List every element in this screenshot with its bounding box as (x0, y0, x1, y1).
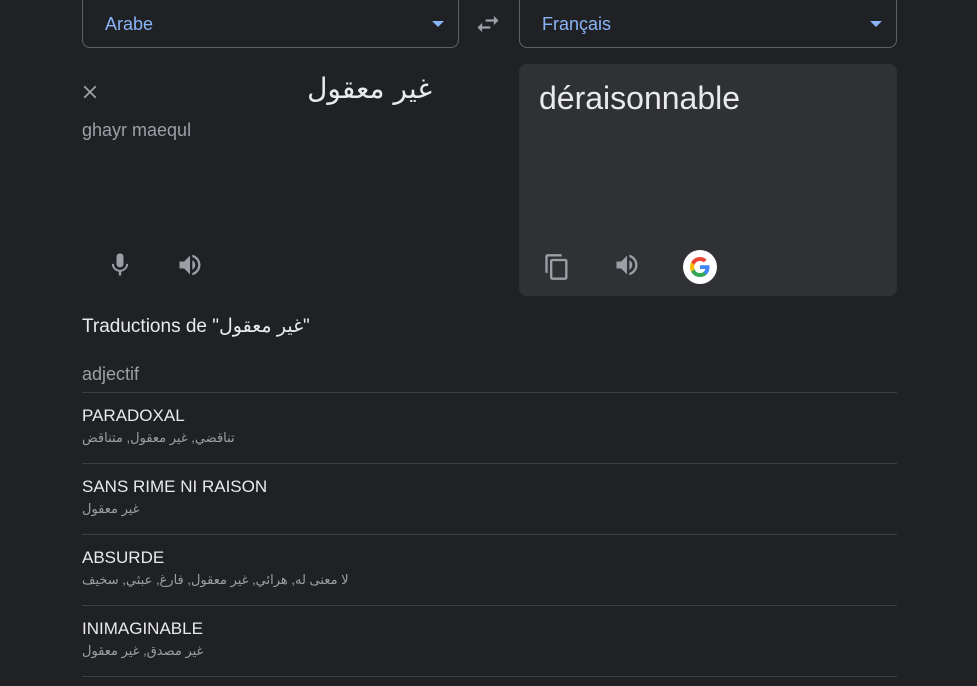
list-item[interactable]: SANS RIME NI RAISON غير معقول (82, 477, 897, 517)
divider (82, 534, 897, 535)
back-translations: لا معنى له, هرائي, غير معقول, فارغ, عبثي… (82, 572, 349, 587)
target-language-label: Français (542, 14, 612, 34)
chevron-down-icon (870, 21, 882, 27)
translations-title: Traductions de "غير معقول" (82, 316, 310, 337)
swap-icon[interactable] (474, 10, 502, 38)
speaker-icon[interactable] (613, 251, 641, 279)
list-item[interactable]: ABSURDE لا معنى له, هرائي, غير معقول, فا… (82, 548, 897, 588)
translation-output-panel: déraisonnable (519, 64, 897, 296)
back-translations: غير معقول (82, 501, 140, 516)
back-translations: تناقضي, غير معقول, متناقض (82, 430, 235, 445)
translation-word: ABSURDE (82, 548, 165, 567)
translated-text: déraisonnable (539, 80, 741, 116)
translation-word: INIMAGINABLE (82, 619, 203, 638)
list-item[interactable]: INIMAGINABLE غير مصدق, غير معقول (82, 619, 897, 659)
close-icon[interactable] (79, 81, 101, 103)
part-of-speech-label: adjectif (82, 364, 140, 384)
divider (82, 605, 897, 606)
mic-icon[interactable] (106, 251, 134, 279)
google-logo-icon[interactable] (683, 250, 717, 284)
source-text[interactable]: غير معقول (290, 72, 432, 105)
copy-icon[interactable] (543, 253, 571, 281)
list-item[interactable]: PARADOXAL تناقضي, غير معقول, متناقض (82, 406, 897, 446)
back-translations: غير مصدق, غير معقول (82, 643, 204, 658)
source-language-label: Arabe (105, 14, 154, 34)
divider (82, 463, 897, 464)
chevron-down-icon (432, 21, 444, 27)
source-language-select[interactable]: Arabe (82, 0, 459, 48)
translation-word: PARADOXAL (82, 406, 185, 425)
transliteration: ghayr maequl (82, 120, 192, 140)
translation-word: SANS RIME NI RAISON (82, 477, 268, 496)
divider (82, 392, 897, 393)
target-language-select[interactable]: Français (519, 0, 897, 48)
speaker-icon[interactable] (176, 251, 204, 279)
divider (82, 676, 897, 677)
